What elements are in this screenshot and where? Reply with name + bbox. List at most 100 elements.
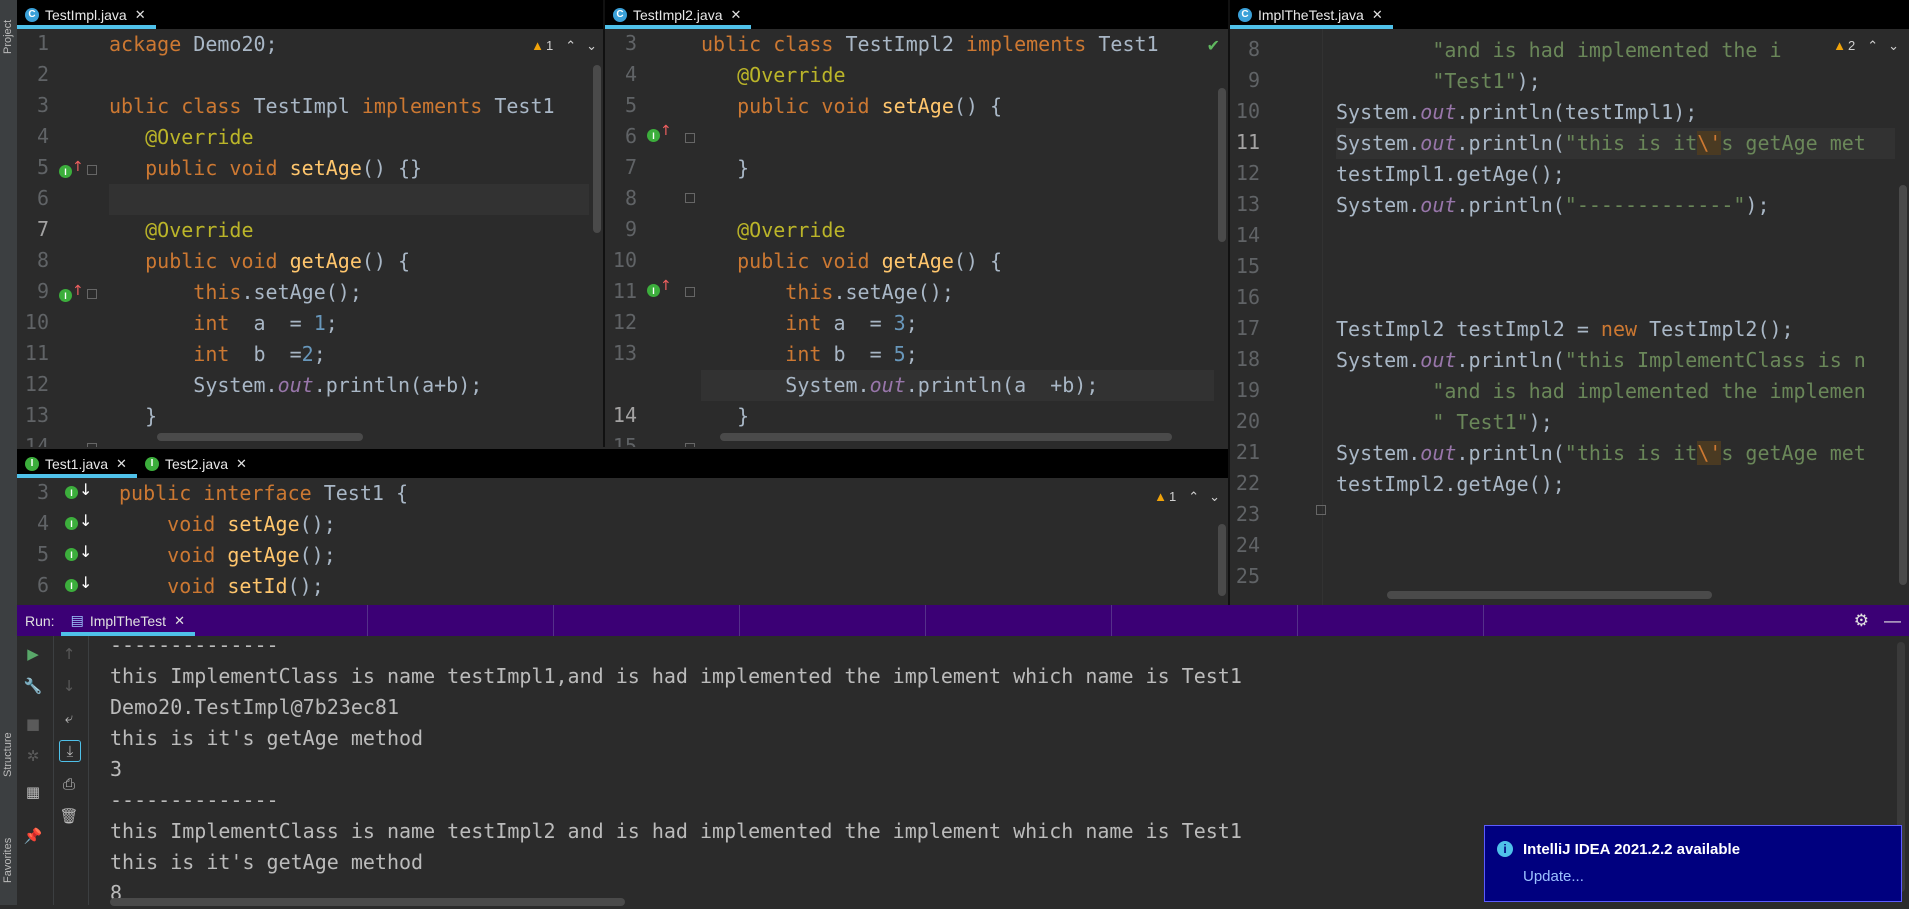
code-line: System.out.println("this is it\'s getAge… xyxy=(1336,441,1866,465)
console-line: this is it's getAge method xyxy=(110,726,424,750)
implemented-gutter-icon[interactable]: I xyxy=(65,486,78,499)
run-side-toolbar: ▶ 🔧 ■ ✲ ▦ 📌 ↑ ↓ ⤶ ⤓ ⎙ 🗑 xyxy=(17,636,89,905)
code-line: System.out.println(a +b); xyxy=(701,370,1214,401)
implements-gutter-icon[interactable]: I xyxy=(647,129,660,142)
editor-pane-testimpl2: C TestImpl2.java ✕ 3 4 5 6 7 8 9 10 11 1… xyxy=(605,0,1228,447)
horizontal-scrollbar[interactable] xyxy=(1387,591,1712,599)
line-number: 6 xyxy=(36,186,49,210)
fold-icon[interactable] xyxy=(685,193,695,203)
chevron-up-icon[interactable]: ⌃ xyxy=(1867,38,1878,53)
inspection-widget[interactable]: ▲ 1 ⌃ ⌄ xyxy=(1154,489,1220,505)
implements-gutter-icon[interactable]: I xyxy=(59,165,72,178)
tab-implthetest[interactable]: C ImplTheTest.java ✕ xyxy=(1230,0,1393,29)
favorites-tool-button[interactable]: Favorites xyxy=(0,820,17,900)
check-icon: ✔ xyxy=(1206,38,1220,55)
line-number: 12 xyxy=(24,372,49,396)
trash-icon[interactable]: 🗑 xyxy=(59,806,79,826)
implemented-gutter-icon[interactable]: I xyxy=(65,517,78,530)
code-area[interactable]: "and is had implemented the i "Test1"); … xyxy=(1336,29,1895,605)
chevron-up-icon[interactable]: ⌃ xyxy=(565,38,576,53)
close-icon[interactable]: ✕ xyxy=(236,456,247,472)
arrow-down-icon: ↓ xyxy=(79,511,93,530)
gear-icon[interactable]: ⚙ xyxy=(1854,611,1869,631)
fold-icon[interactable] xyxy=(1316,505,1326,515)
toolbar-segment xyxy=(1296,605,1483,636)
scroll-to-end-icon[interactable]: ⤓ xyxy=(59,740,81,762)
fold-icon[interactable] xyxy=(685,133,695,143)
structure-tool-button[interactable]: Structure xyxy=(0,715,17,795)
tab-test1[interactable]: I Test1.java ✕ xyxy=(17,449,137,478)
code-line: @Override xyxy=(145,218,254,242)
code-line: int b = 5; xyxy=(785,342,918,366)
inspection-widget[interactable]: ▲ 1 ⌃ ⌄ xyxy=(531,38,597,54)
editor-pane-implthetest: C ImplTheTest.java ✕ 8 9 10 11 12 13 14 … xyxy=(1230,0,1909,605)
warning-icon: ▲ xyxy=(1833,38,1846,53)
chevron-down-icon[interactable]: ⌄ xyxy=(1209,489,1220,504)
vertical-scrollbar[interactable] xyxy=(593,65,601,233)
line-number: 14 xyxy=(612,403,637,427)
close-icon[interactable]: ✕ xyxy=(730,7,741,23)
code-line: public interface Test1 { xyxy=(119,481,408,505)
close-icon[interactable]: ✕ xyxy=(135,7,146,23)
code-line: System.out.println(a+b); xyxy=(109,373,483,397)
debug-icon[interactable]: ✲ xyxy=(23,746,43,766)
close-icon[interactable]: ✕ xyxy=(174,613,185,629)
chevron-down-icon[interactable]: ⌄ xyxy=(1888,38,1899,53)
code-line: @Override xyxy=(737,218,846,242)
console-icon: ▤ xyxy=(70,612,84,629)
fold-icon[interactable] xyxy=(87,289,97,299)
tab-testimpl2[interactable]: C TestImpl2.java ✕ xyxy=(605,0,752,29)
code-area[interactable]: public interface Test1 { void setAge(); … xyxy=(119,478,1214,605)
fold-icon[interactable] xyxy=(685,287,695,297)
vertical-scrollbar[interactable] xyxy=(1899,185,1907,585)
notification-title: IntelliJ IDEA 2021.2.2 available xyxy=(1523,841,1741,858)
code-area[interactable]: ublic class TestImpl2 implements Test1 @… xyxy=(701,29,1214,447)
toolbar-segment xyxy=(1110,605,1297,636)
print-icon[interactable]: ⎙ xyxy=(59,774,79,794)
horizontal-scrollbar[interactable] xyxy=(157,433,363,441)
implemented-gutter-icon[interactable]: I xyxy=(65,548,78,561)
fold-icon[interactable] xyxy=(87,443,97,447)
code-line: } xyxy=(701,404,750,428)
run-toolbar: Run: ▤ ImplTheTest ✕ ⚙ — xyxy=(17,605,1909,636)
tab-test2[interactable]: I Test2.java ✕ xyxy=(137,449,257,478)
stop-icon[interactable]: ■ xyxy=(23,714,43,734)
close-icon[interactable]: ✕ xyxy=(1372,7,1383,23)
code-line: int a = 3; xyxy=(785,311,918,335)
warning-count: 1 xyxy=(545,38,554,53)
tab-testimpl[interactable]: C TestImpl.java ✕ xyxy=(17,0,156,29)
line-number: 10 xyxy=(612,248,637,272)
rerun-icon[interactable]: ▶ xyxy=(23,644,43,664)
line-gutter: 8 9 10 11 12 13 14 15 16 17 18 19 20 21 … xyxy=(1230,29,1326,605)
project-tool-button[interactable]: Project xyxy=(0,2,17,72)
line-number: 10 xyxy=(1235,99,1260,123)
minimize-icon[interactable]: — xyxy=(1884,611,1901,631)
layout-icon[interactable]: ▦ xyxy=(23,782,43,802)
arrow-up-icon[interactable]: ↑ xyxy=(59,644,79,664)
vertical-scrollbar[interactable] xyxy=(1218,88,1226,242)
update-link[interactable]: Update... xyxy=(1523,868,1584,885)
fold-icon[interactable] xyxy=(685,443,695,447)
implemented-gutter-icon[interactable]: I xyxy=(65,579,78,592)
wrench-icon[interactable]: 🔧 xyxy=(23,676,43,696)
chevron-up-icon[interactable]: ⌃ xyxy=(1188,489,1199,504)
update-notification[interactable]: i IntelliJ IDEA 2021.2.2 available Updat… xyxy=(1484,825,1902,902)
implements-gutter-icon[interactable]: I xyxy=(59,289,72,302)
line-number: 4 xyxy=(36,124,49,148)
line-number: 17 xyxy=(1235,316,1260,340)
code-area[interactable]: ackage Demo20; ublic class TestImpl impl… xyxy=(109,29,589,447)
close-icon[interactable]: ✕ xyxy=(116,456,127,472)
arrow-down-icon[interactable]: ↓ xyxy=(59,676,79,696)
soft-wrap-icon[interactable]: ⤶ xyxy=(59,708,79,728)
inspection-widget[interactable]: ▲ 2 ⌃ ⌄ xyxy=(1827,38,1899,54)
fold-icon[interactable] xyxy=(87,165,97,175)
line-number: 11 xyxy=(1235,130,1260,154)
implements-gutter-icon[interactable]: I xyxy=(647,284,660,297)
horizontal-scrollbar[interactable] xyxy=(720,433,1172,441)
chevron-down-icon[interactable]: ⌄ xyxy=(586,38,597,53)
vertical-scrollbar[interactable] xyxy=(1218,524,1226,596)
code-line: ackage Demo20; xyxy=(109,32,278,56)
pin-icon[interactable]: 📌 xyxy=(23,826,43,846)
